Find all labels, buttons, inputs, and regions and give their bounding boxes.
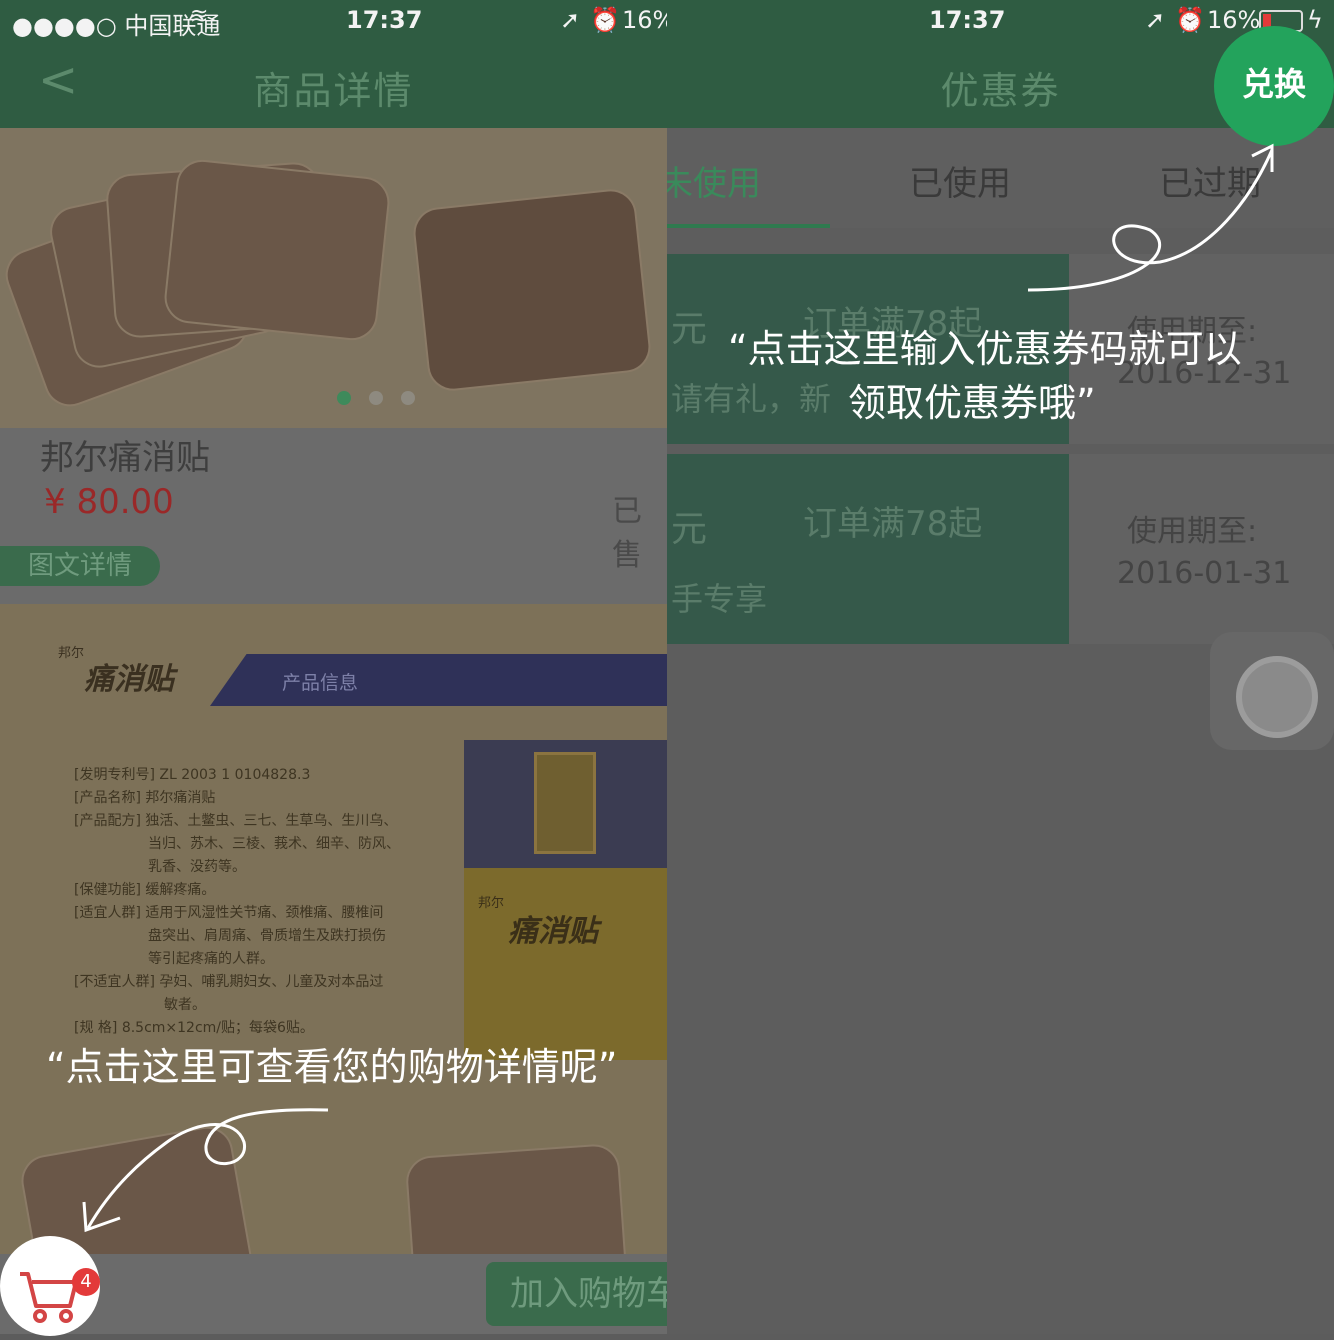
coupon-guide-text-2: 领取优惠券哦” <box>848 381 1096 425</box>
coupon-guide-text-1: “点击这里输入优惠券码就可以 <box>728 327 1242 371</box>
arrow-to-exchange <box>1027 149 1274 292</box>
guide-arrows <box>82 143 1274 1233</box>
cart-guide-text: “点击这里可查看您的购物详情呢” <box>46 1045 618 1089</box>
arrow-to-cart <box>86 1108 329 1229</box>
